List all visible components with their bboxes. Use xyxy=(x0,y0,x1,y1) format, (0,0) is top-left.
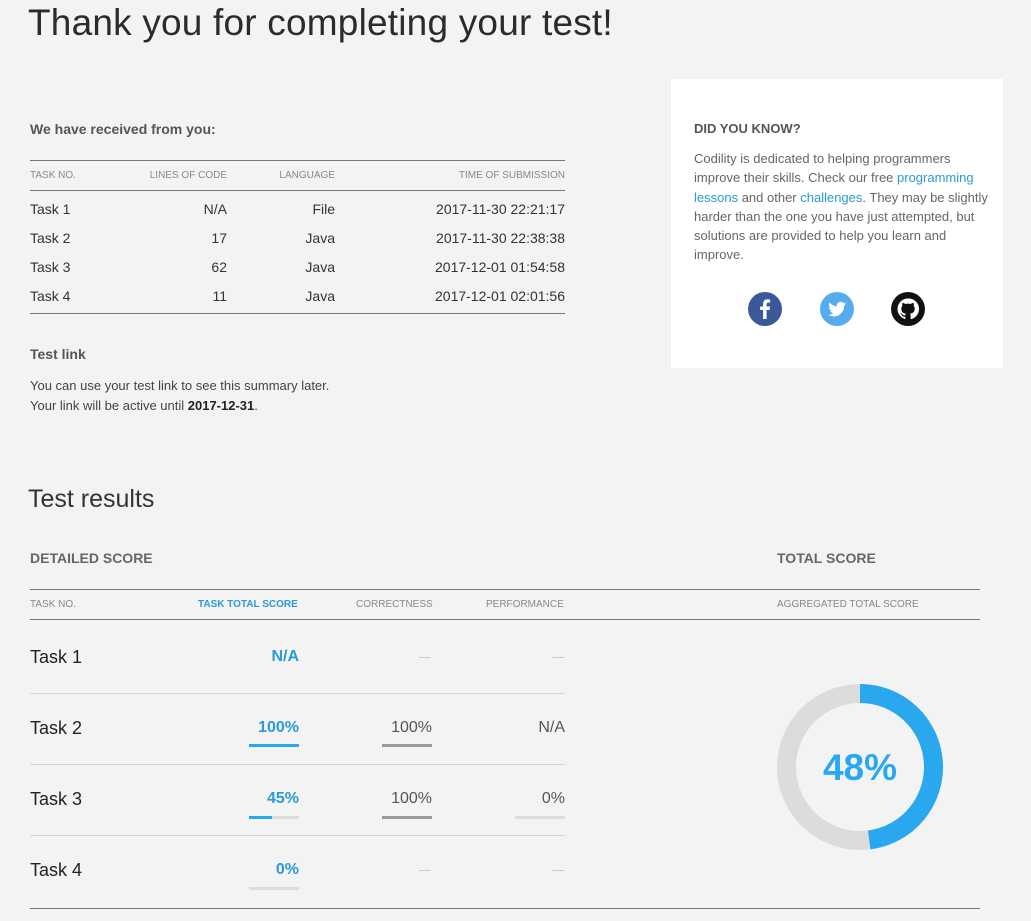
facebook-icon[interactable] xyxy=(748,292,782,326)
did-you-know-heading: DID YOU KNOW? xyxy=(694,121,801,136)
cell-language: Java xyxy=(305,259,335,275)
correctness-bar-fill xyxy=(382,744,432,747)
task-total-score: 100% xyxy=(258,719,299,736)
challenges-link[interactable]: challenges xyxy=(800,190,862,205)
correctness-bar-fill xyxy=(382,816,432,819)
col-lines-of-code: LINES OF CODE xyxy=(140,160,227,191)
page-title: Thank you for completing your test! xyxy=(28,2,613,43)
task-name: Task 4 xyxy=(30,860,83,880)
test-link-line2: Your link will be active until 2017-12-3… xyxy=(30,396,329,416)
task-score-bar-fill xyxy=(249,744,299,747)
results-header-top-rule xyxy=(30,589,980,590)
results-title: Test results xyxy=(28,485,155,513)
cell-time: 2017-12-01 01:54:58 xyxy=(435,259,565,275)
task-score-bar xyxy=(249,887,299,890)
table-row: Task 2 17 Java 2017-11-30 22:38:38 xyxy=(30,224,565,253)
received-heading: We have received from you: xyxy=(30,121,216,137)
performance-empty-dash xyxy=(552,657,564,658)
cell-time: 2017-11-30 22:38:38 xyxy=(436,230,565,246)
task-total-score: 0% xyxy=(275,861,299,878)
cell-lines: 62 xyxy=(211,259,227,275)
twitter-icon[interactable] xyxy=(820,292,854,326)
col-correctness: CORRECTNESS xyxy=(356,599,433,610)
col-time-of-submission: TIME OF SUBMISSION xyxy=(335,160,565,191)
detailed-score-heading: DETAILED SCORE xyxy=(30,550,153,566)
row-separator xyxy=(30,835,565,836)
cell-lines: 11 xyxy=(140,281,227,314)
correctness-value: 100% xyxy=(391,790,432,807)
cell-task: Task 1 xyxy=(30,201,71,218)
cell-lines: 17 xyxy=(211,230,227,246)
task-score-bar-fill xyxy=(249,816,272,819)
test-link-heading: Test link xyxy=(30,346,86,362)
performance-value: 0% xyxy=(541,790,565,807)
table-row: Task 4 11 Java 2017-12-01 02:01:56 xyxy=(30,281,565,314)
test-link-line1: You can use your test link to see this s… xyxy=(30,378,330,393)
col-performance: PERFORMANCE xyxy=(486,599,564,610)
col-language: LANGUAGE xyxy=(227,160,335,191)
correctness-bar xyxy=(382,744,432,747)
total-score-value: 48% xyxy=(823,747,897,788)
col-task-total-score[interactable]: TASK TOTAL SCORE xyxy=(198,599,298,610)
did-you-know-text-part2: and other xyxy=(738,189,801,205)
total-score-heading: TOTAL SCORE xyxy=(777,550,876,566)
task-name: Task 1 xyxy=(30,647,83,667)
results-header-bottom-rule xyxy=(30,619,980,620)
cell-task: Task 2 xyxy=(30,230,71,246)
correctness-empty-dash xyxy=(419,657,431,658)
correctness-value: 100% xyxy=(391,719,432,736)
results-page: Thank you for completing your test! We h… xyxy=(0,0,1031,921)
task-total-score: N/A xyxy=(271,648,299,665)
performance-bar xyxy=(515,816,565,819)
col-task-no: TASK NO. xyxy=(30,160,140,191)
col-task-no: TASK NO. xyxy=(30,599,76,610)
performance-value: N/A xyxy=(538,719,565,736)
did-you-know-text: Codility is dedicated to helping program… xyxy=(694,149,989,265)
results-bottom-rule xyxy=(30,908,980,909)
submissions-header-row: TASK NO. LINES OF CODE LANGUAGE TIME OF … xyxy=(30,160,565,191)
correctness-bar xyxy=(382,816,432,819)
active-until-date: 2017-12-31 xyxy=(187,398,255,413)
test-link-line2-prefix: Your link will be active until xyxy=(30,398,188,413)
task-total-score: 45% xyxy=(266,790,299,807)
task-name: Task 2 xyxy=(30,718,83,738)
submissions-table: TASK NO. LINES OF CODE LANGUAGE TIME OF … xyxy=(30,160,565,314)
performance-empty-dash xyxy=(552,870,564,871)
row-separator xyxy=(30,693,565,694)
test-link-line2-suffix: . xyxy=(254,398,258,413)
cell-task: Task 4 xyxy=(30,281,140,314)
table-row: Task 1 N/A File 2017-11-30 22:21:17 xyxy=(30,191,565,224)
cell-task: Task 3 xyxy=(30,259,71,275)
cell-language: File xyxy=(312,201,335,218)
task-name: Task 3 xyxy=(30,789,83,809)
cell-language: Java xyxy=(305,230,335,246)
github-icon[interactable] xyxy=(891,292,925,326)
total-score-donut: 48% xyxy=(777,684,943,850)
test-link-text: You can use your test link to see this s… xyxy=(30,376,329,416)
table-row: Task 3 62 Java 2017-12-01 01:54:58 xyxy=(30,253,565,282)
cell-language: Java xyxy=(227,281,335,314)
row-separator xyxy=(30,764,565,765)
col-aggregated-total-score: AGGREGATED TOTAL SCORE xyxy=(777,599,919,610)
correctness-empty-dash xyxy=(419,870,431,871)
cell-lines: N/A xyxy=(203,201,227,218)
task-score-bar xyxy=(249,744,299,747)
cell-time: 2017-11-30 22:21:17 xyxy=(436,201,565,218)
did-you-know-card: DID YOU KNOW? Codility is dedicated to h… xyxy=(671,79,1003,368)
cell-time: 2017-12-01 02:01:56 xyxy=(335,281,565,314)
task-score-bar xyxy=(249,816,299,819)
